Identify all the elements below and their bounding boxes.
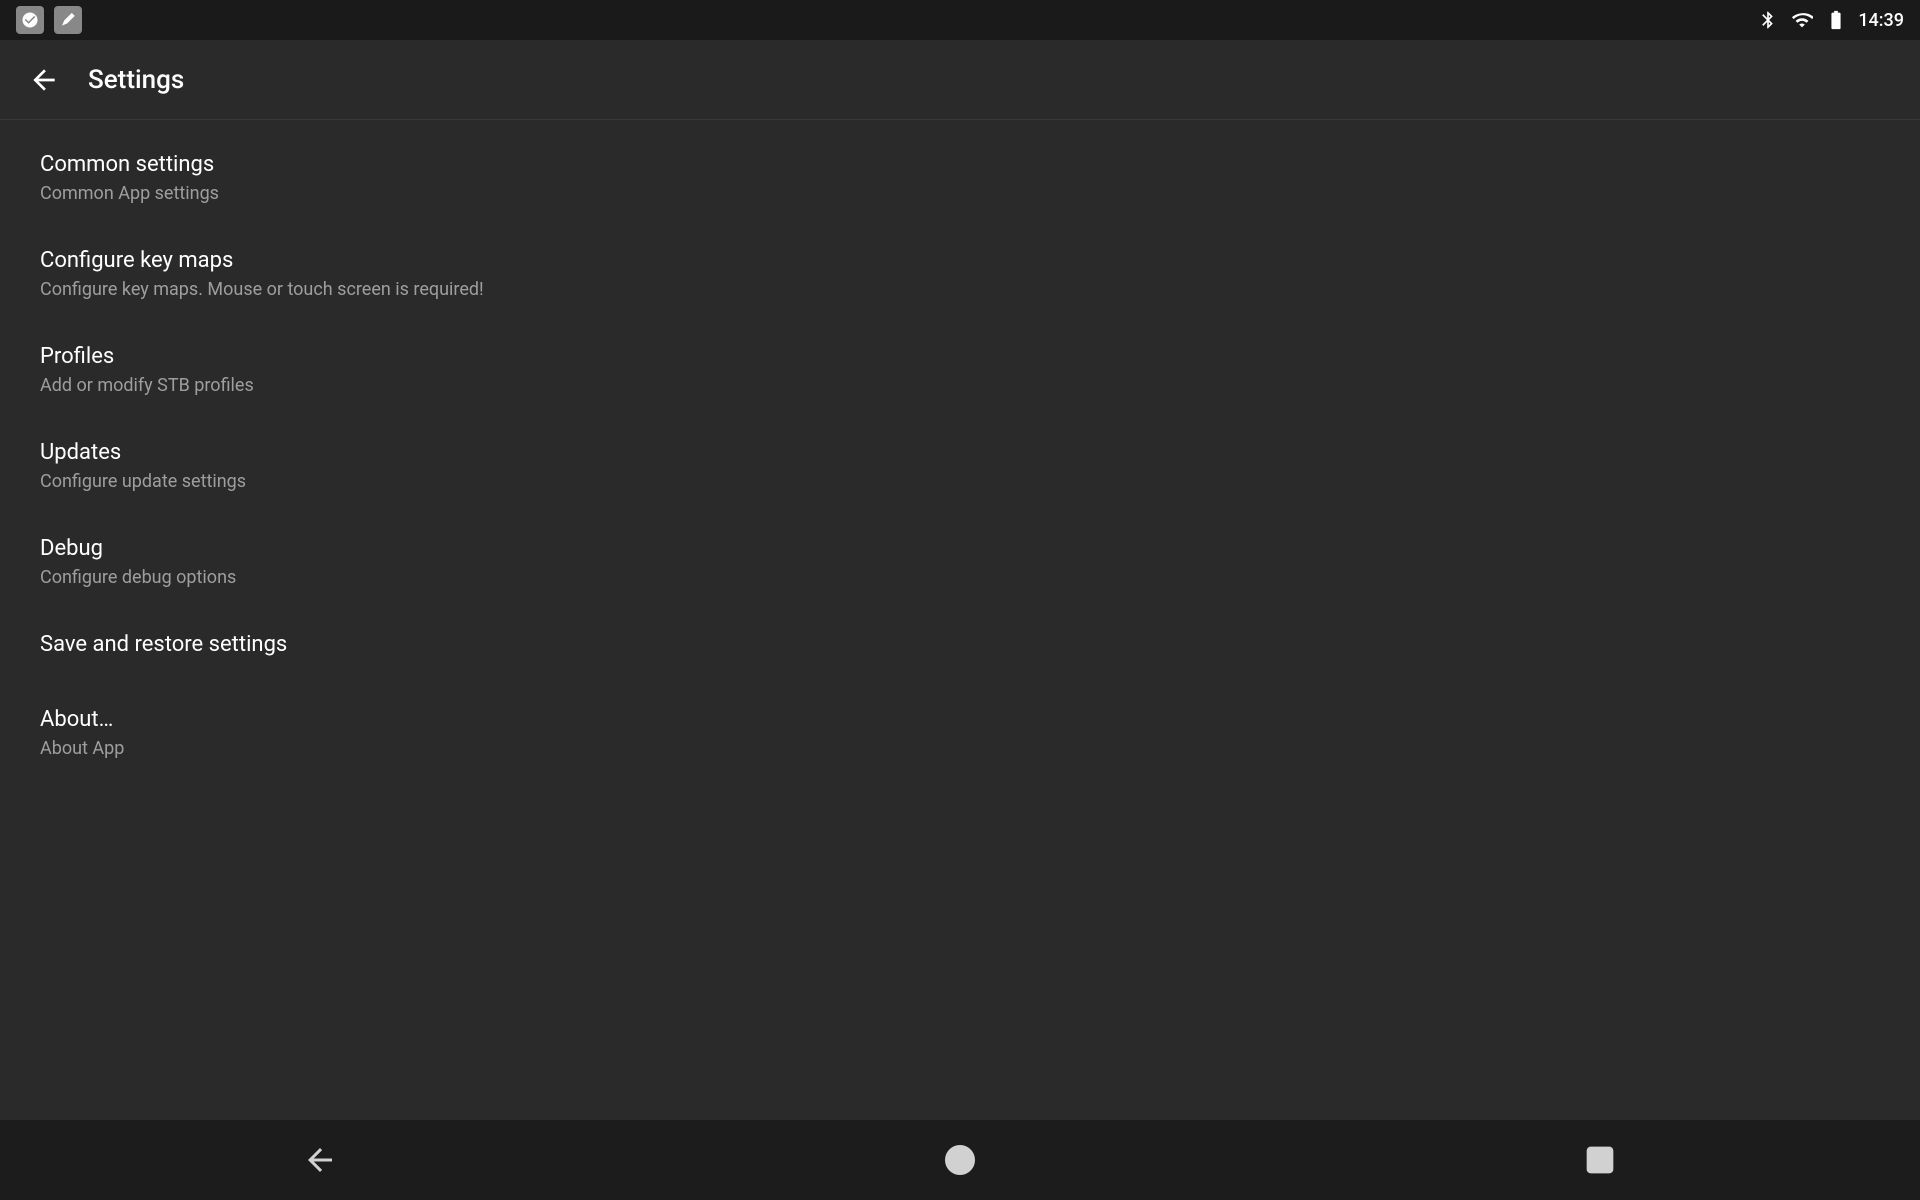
- settings-item-title-debug: Debug: [40, 536, 1880, 561]
- status-bar: 14:39: [0, 0, 1920, 40]
- nav-back-button[interactable]: [280, 1120, 360, 1200]
- settings-item-configure-key-maps[interactable]: Configure key maps Configure key maps. Mo…: [0, 226, 1920, 322]
- settings-item-subtitle-debug: Configure debug options: [40, 567, 1880, 588]
- settings-item-title-profiles: Profiles: [40, 344, 1880, 369]
- settings-item-updates[interactable]: Updates Configure update settings: [0, 418, 1920, 514]
- settings-item-common-settings[interactable]: Common settings Common App settings: [0, 130, 1920, 226]
- status-bar-left: [16, 6, 82, 34]
- settings-item-subtitle-about: About App: [40, 738, 1880, 759]
- settings-item-debug[interactable]: Debug Configure debug options: [0, 514, 1920, 610]
- back-button[interactable]: [20, 56, 68, 104]
- settings-item-title-configure-key-maps: Configure key maps: [40, 248, 1880, 273]
- page-title: Settings: [88, 65, 184, 95]
- status-bar-right: 14:39: [1756, 8, 1904, 32]
- nav-home-button[interactable]: [920, 1120, 1000, 1200]
- battery-icon: [1824, 8, 1848, 32]
- settings-item-subtitle-profiles: Add or modify STB profiles: [40, 375, 1880, 396]
- settings-item-profiles[interactable]: Profiles Add or modify STB profiles: [0, 322, 1920, 418]
- wifi-icon: [1790, 8, 1814, 32]
- settings-item-subtitle-configure-key-maps: Configure key maps. Mouse or touch scree…: [40, 279, 1880, 300]
- settings-item-title-save-restore: Save and restore settings: [40, 632, 1880, 657]
- settings-item-save-restore[interactable]: Save and restore settings: [0, 610, 1920, 685]
- settings-item-title-common-settings: Common settings: [40, 152, 1880, 177]
- settings-item-title-updates: Updates: [40, 440, 1880, 465]
- settings-item-about[interactable]: About… About App: [0, 685, 1920, 781]
- settings-item-subtitle-common-settings: Common App settings: [40, 183, 1880, 204]
- nav-recents-button[interactable]: [1560, 1120, 1640, 1200]
- settings-item-title-about: About…: [40, 707, 1880, 732]
- app-icon-2: [54, 6, 82, 34]
- toolbar: Settings: [0, 40, 1920, 120]
- settings-list: Common settings Common App settings Config…: [0, 120, 1920, 791]
- bluetooth-icon: [1756, 8, 1780, 32]
- status-time: 14:39: [1858, 10, 1904, 31]
- app-icon-1: [16, 6, 44, 34]
- settings-item-subtitle-updates: Configure update settings: [40, 471, 1880, 492]
- nav-bar: [0, 1120, 1920, 1200]
